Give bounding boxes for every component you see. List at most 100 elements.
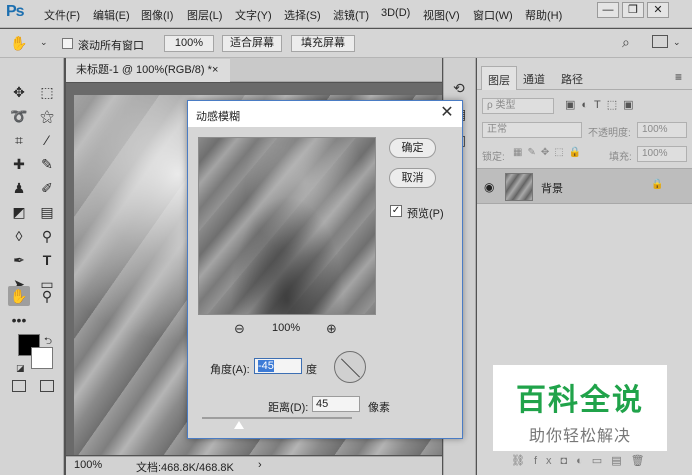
menu-image[interactable]: 图像(I) — [141, 7, 173, 23]
angle-dial-needle — [340, 358, 361, 378]
eyedropper-tool-icon[interactable]: ⁄ — [36, 130, 58, 150]
lock-icon: 🔒 — [651, 179, 664, 190]
search-icon[interactable]: ⌕ — [622, 34, 630, 51]
scroll-all-windows-label: 滚动所有窗口 — [78, 40, 144, 52]
watermark-subtitle: 助你轻松解决 — [528, 428, 631, 445]
filter-preview[interactable] — [198, 137, 376, 315]
restore-button[interactable]: ❐ — [622, 2, 644, 18]
magic-wand-tool-icon[interactable]: ⚝ — [36, 106, 58, 126]
distance-input[interactable]: 45 — [312, 396, 360, 412]
dialog-title: 动感模糊 — [196, 111, 240, 123]
menu-select[interactable]: 选择(S) — [284, 7, 321, 23]
distance-unit: 像素 — [368, 402, 390, 414]
panel-menu-icon[interactable]: ≡ — [675, 70, 682, 84]
menu-file[interactable]: 文件(F) — [44, 7, 80, 23]
angle-label: 角度(A): — [210, 364, 250, 376]
marquee-tool-icon[interactable]: ⬚ — [36, 82, 58, 102]
layer-footer-icons[interactable]: ⛓fx◘◐▭▤🗑 — [511, 454, 654, 467]
close-icon[interactable]: ✕ — [438, 104, 456, 122]
healing-brush-tool-icon[interactable]: ✚ — [8, 154, 30, 174]
zoom-out-icon[interactable]: ⊖ — [234, 321, 245, 337]
angle-unit: 度 — [306, 364, 317, 376]
close-window-button[interactable]: ✕ — [647, 2, 669, 18]
history-icon[interactable]: ⟲ — [453, 80, 465, 97]
crop-tool-icon[interactable]: ⌗ — [8, 130, 30, 150]
menu-edit[interactable]: 编辑(E) — [93, 7, 130, 23]
more-tools-icon[interactable]: ••• — [8, 310, 30, 330]
blend-mode-select[interactable]: 正常 — [482, 122, 582, 138]
status-zoom[interactable]: 100% — [74, 459, 102, 471]
angle-dial[interactable] — [334, 351, 366, 383]
dodge-tool-icon[interactable]: ⚲ — [36, 226, 58, 246]
hand-tool-icon[interactable]: ✋ — [8, 286, 30, 306]
tab-layers[interactable]: 图层 — [481, 66, 517, 90]
scroll-all-windows-checkbox[interactable] — [62, 38, 73, 49]
menu-window[interactable]: 窗口(W) — [473, 7, 513, 23]
menu-type[interactable]: 文字(Y) — [235, 7, 272, 23]
angle-input[interactable]: -45 — [254, 358, 302, 374]
ok-button[interactable]: 确定 — [389, 138, 436, 158]
lasso-tool-icon[interactable]: ➰ — [8, 106, 30, 126]
fill-label: 填充: — [609, 152, 632, 163]
hand-tool-preset-icon[interactable]: ✋ — [10, 35, 27, 52]
tab-channels[interactable]: 通道 — [523, 71, 545, 87]
chevron-down-icon[interactable]: ⌄ — [40, 37, 48, 48]
eraser-tool-icon[interactable]: ◩ — [8, 202, 30, 222]
minimize-button[interactable]: — — [597, 2, 619, 18]
photoshop-logo: Ps — [6, 3, 25, 20]
zoom-tool-icon[interactable]: ⚲ — [36, 286, 58, 306]
quick-mask-icon[interactable] — [12, 380, 26, 392]
distance-slider-thumb[interactable] — [234, 421, 244, 429]
workspace-icon[interactable] — [652, 35, 668, 48]
swap-colors-icon[interactable]: ⮌ — [44, 334, 52, 351]
distance-label: 距离(D): — [268, 402, 309, 414]
brush-tool-icon[interactable]: ✎ — [36, 154, 58, 174]
distance-slider-track[interactable] — [202, 417, 352, 419]
chevron-right-icon[interactable]: › — [258, 459, 262, 471]
angle-value: -45 — [258, 360, 274, 372]
preview-zoom-level: 100% — [272, 322, 301, 334]
type-tool-icon[interactable]: T — [36, 250, 58, 270]
screen-mode-icon[interactable] — [40, 380, 54, 392]
status-doc-size: 文档:468.8K/468.8K — [136, 462, 234, 474]
chevron-down-icon[interactable]: ⌄ — [673, 37, 681, 48]
menu-filter[interactable]: 滤镜(T) — [333, 7, 369, 23]
layer-filter-icons[interactable]: ▣◐T⬚▣ — [565, 98, 640, 111]
clone-stamp-tool-icon[interactable]: ♟ — [8, 178, 30, 198]
opacity-input[interactable]: 100% — [637, 122, 687, 138]
preview-checkbox[interactable]: ✓ — [390, 205, 402, 217]
cancel-button[interactable]: 取消 — [389, 168, 436, 188]
lock-icons[interactable]: ▦✎✥⬚🔒 — [513, 147, 586, 158]
fit-screen-button[interactable]: 适合屏幕 — [222, 35, 282, 52]
options-bar: ✋ ⌄ 滚动所有窗口 100% 适合屏幕 填充屏幕 ⌕ ⌄ — [0, 29, 692, 58]
fill-screen-button[interactable]: 填充屏幕 — [291, 35, 355, 52]
menu-3d[interactable]: 3D(D) — [381, 7, 410, 19]
tools-panel: ✥ ⬚ ➰ ⚝ ⌗ ⁄ ✚ ✎ ♟ ✐ ◩ ▤ ◊ ⚲ ✒ T ➤ ▭ ✋ ⚲ … — [0, 58, 64, 475]
blur-tool-icon[interactable]: ◊ — [8, 226, 30, 246]
visibility-eye-icon[interactable]: ◉ — [484, 180, 494, 194]
tab-paths[interactable]: 路径 — [561, 71, 583, 87]
watermark-title: 百科全说 — [516, 384, 644, 417]
lock-label: 锁定: — [482, 152, 505, 163]
layer-filter-kind[interactable]: ρ 类型 — [482, 98, 554, 114]
fill-input[interactable]: 100% — [637, 146, 687, 162]
zoom-in-icon[interactable]: ⊕ — [326, 321, 337, 337]
layer-row[interactable]: ◉ 背景 🔒 — [477, 168, 692, 204]
menu-view[interactable]: 视图(V) — [423, 7, 460, 23]
history-brush-tool-icon[interactable]: ✐ — [36, 178, 58, 198]
document-tab[interactable]: 未标题-1 @ 100%(RGB/8) * × — [66, 59, 230, 82]
panel-tabs: 图层 通道 路径 ≡ — [477, 66, 692, 90]
pen-tool-icon[interactable]: ✒ — [8, 250, 30, 270]
layer-thumbnail — [505, 173, 533, 201]
menu-layer[interactable]: 图层(L) — [187, 7, 222, 23]
move-tool-icon[interactable]: ✥ — [8, 82, 30, 102]
close-icon[interactable]: × — [212, 59, 218, 81]
preview-label: 预览(P) — [407, 208, 444, 220]
gradient-tool-icon[interactable]: ▤ — [36, 202, 58, 222]
default-colors-icon[interactable]: ◪ — [16, 363, 25, 374]
watermark-logo: 百科全说 助你轻松解决 — [493, 365, 667, 451]
layer-name[interactable]: 背景 — [541, 180, 563, 196]
status-bar: 100% 文档:468.8K/468.8K › — [66, 456, 442, 475]
menu-help[interactable]: 帮助(H) — [525, 7, 562, 23]
zoom-100-button[interactable]: 100% — [164, 35, 214, 52]
